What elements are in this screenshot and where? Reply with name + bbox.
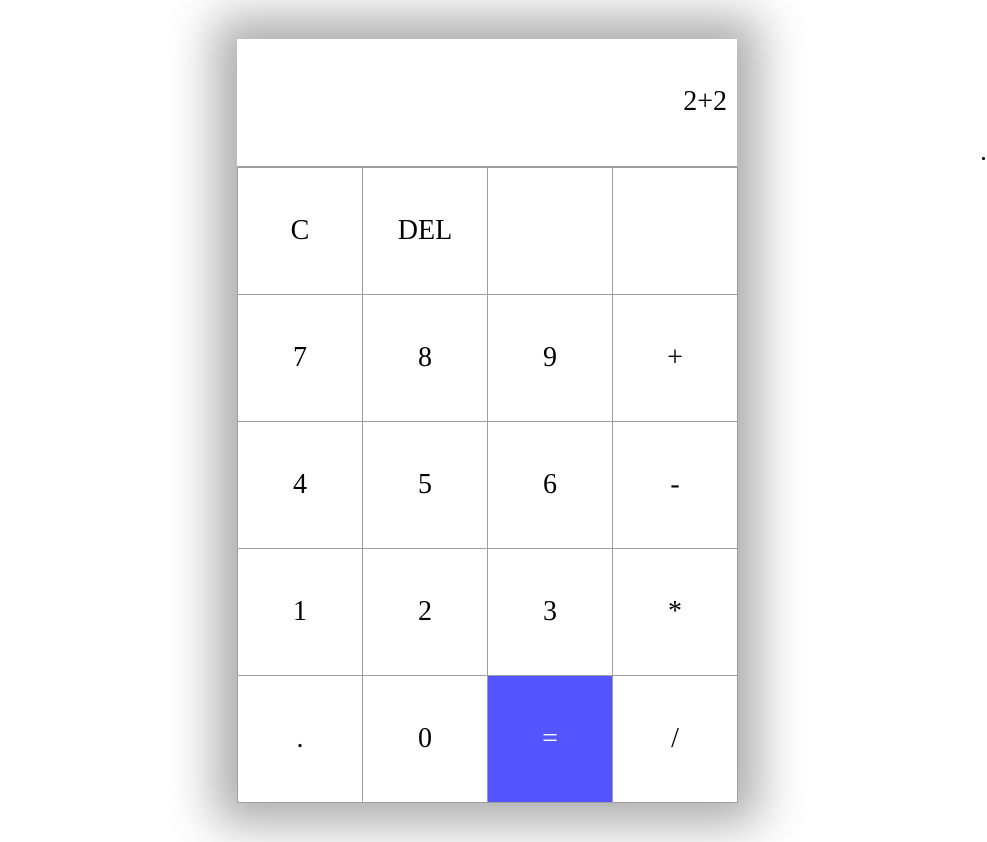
display-expression: 2+2 bbox=[683, 86, 727, 117]
equals-button[interactable]: = bbox=[487, 675, 613, 803]
clear-button[interactable]: C bbox=[237, 167, 363, 295]
calculator: 2+2 C DEL 7 8 9 + 4 5 6 - 1 2 3 * . 0 = … bbox=[237, 39, 738, 803]
divide-button[interactable]: / bbox=[612, 675, 738, 803]
digit-8-button[interactable]: 8 bbox=[362, 294, 488, 422]
digit-6-button[interactable]: 6 bbox=[487, 421, 613, 549]
digit-0-button[interactable]: 0 bbox=[362, 675, 488, 803]
digit-3-button[interactable]: 3 bbox=[487, 548, 613, 676]
digit-7-button[interactable]: 7 bbox=[237, 294, 363, 422]
delete-button[interactable]: DEL bbox=[362, 167, 488, 295]
plus-button[interactable]: + bbox=[612, 294, 738, 422]
blank-button-1[interactable] bbox=[487, 167, 613, 295]
decimal-button[interactable]: . bbox=[237, 675, 363, 803]
stray-dot bbox=[982, 157, 985, 160]
multiply-button[interactable]: * bbox=[612, 548, 738, 676]
blank-button-2[interactable] bbox=[612, 167, 738, 295]
calculator-display: 2+2 bbox=[237, 39, 737, 167]
digit-4-button[interactable]: 4 bbox=[237, 421, 363, 549]
digit-2-button[interactable]: 2 bbox=[362, 548, 488, 676]
digit-1-button[interactable]: 1 bbox=[237, 548, 363, 676]
digit-9-button[interactable]: 9 bbox=[487, 294, 613, 422]
digit-5-button[interactable]: 5 bbox=[362, 421, 488, 549]
minus-button[interactable]: - bbox=[612, 421, 738, 549]
keypad: C DEL 7 8 9 + 4 5 6 - 1 2 3 * . 0 = / bbox=[237, 167, 738, 803]
